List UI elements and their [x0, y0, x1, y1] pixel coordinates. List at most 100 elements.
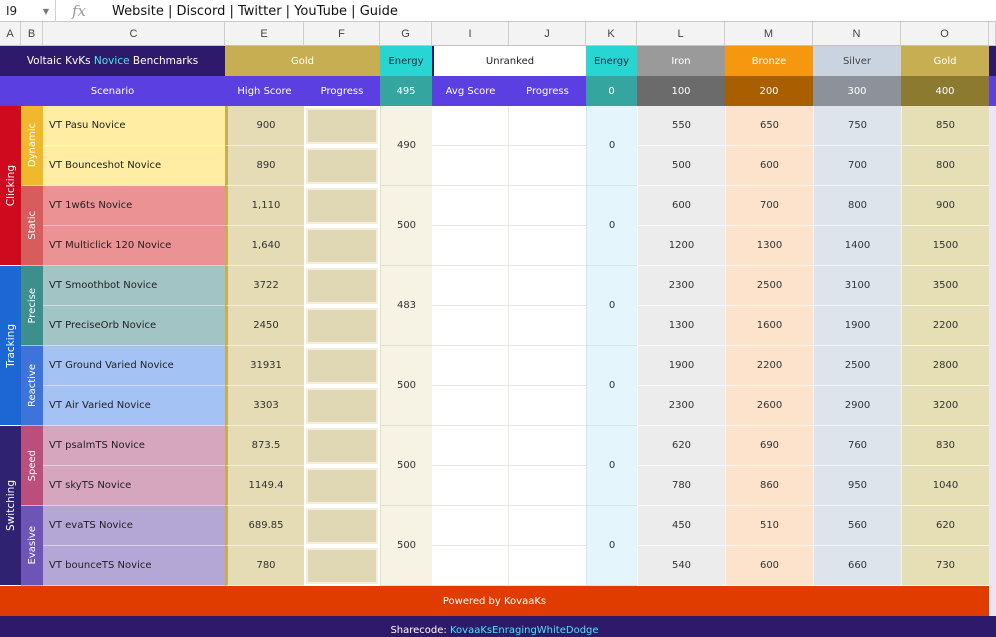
- high-score-value[interactable]: 3303: [225, 386, 304, 426]
- high-score-value[interactable]: 873.5: [225, 426, 304, 466]
- avg-score-cell[interactable]: [432, 346, 509, 386]
- subcategory-reactive: Reactive: [21, 346, 43, 426]
- avg-score-cell[interactable]: [432, 146, 509, 186]
- scenario-name[interactable]: VT Ground Varied Novice: [43, 346, 225, 386]
- sharecode-value[interactable]: KovaaKsEnragingWhiteDodge: [450, 625, 599, 636]
- scenario-name[interactable]: VT Pasu Novice: [43, 106, 225, 146]
- avg-score-cell[interactable]: [432, 106, 509, 146]
- energy-value: 500: [380, 426, 432, 506]
- column-header-o[interactable]: O: [901, 22, 989, 46]
- unranked-progress-cell[interactable]: [509, 146, 586, 186]
- subcategory-static: Static: [21, 186, 43, 266]
- requirement-bronze: 860: [725, 466, 813, 506]
- avg-score-cell[interactable]: [432, 386, 509, 426]
- high-score-value[interactable]: 900: [225, 106, 304, 146]
- unranked-progress-cell[interactable]: [509, 386, 586, 426]
- column-header-i[interactable]: I: [432, 22, 509, 46]
- requirement-gold: 2800: [901, 346, 989, 386]
- name-box[interactable]: I9 ▼: [0, 0, 56, 22]
- unranked-progress-cell[interactable]: [509, 306, 586, 346]
- unranked-progress-cell[interactable]: [509, 546, 586, 586]
- edge-cell: [989, 386, 996, 426]
- column-header-p[interactable]: [989, 22, 996, 46]
- requirement-gold: 1500: [901, 226, 989, 266]
- unranked-progress-cell[interactable]: [509, 466, 586, 506]
- requirement-bronze: 2500: [725, 266, 813, 306]
- column-header-e[interactable]: E: [225, 22, 304, 46]
- requirement-bronze: 2200: [725, 346, 813, 386]
- scenario-name[interactable]: VT Multiclick 120 Novice: [43, 226, 225, 266]
- header-rank-silver: Silver: [813, 46, 901, 76]
- requirement-iron: 550: [637, 106, 725, 146]
- requirement-bronze: 2600: [725, 386, 813, 426]
- high-score-value[interactable]: 1149.4: [225, 466, 304, 506]
- scenario-name[interactable]: VT PreciseOrb Novice: [43, 306, 225, 346]
- fx-icon: fx: [71, 2, 86, 20]
- progress-bar: [306, 428, 378, 464]
- scenario-name[interactable]: VT skyTS Novice: [43, 466, 225, 506]
- avg-score-cell[interactable]: [432, 266, 509, 306]
- subcategory-label: Static: [26, 211, 38, 240]
- requirement-silver: 1400: [813, 226, 901, 266]
- avg-score-cell[interactable]: [432, 186, 509, 226]
- avg-score-cell[interactable]: [432, 426, 509, 466]
- column-header-j[interactable]: J: [509, 22, 586, 46]
- high-score-value[interactable]: 31931: [225, 346, 304, 386]
- progress-bar: [306, 308, 378, 344]
- column-header-g[interactable]: G: [380, 22, 432, 46]
- avg-score-cell[interactable]: [432, 546, 509, 586]
- scenario-name[interactable]: VT Air Varied Novice: [43, 386, 225, 426]
- sheet-title: Voltaic KvKs Novice Benchmarks: [0, 46, 225, 76]
- requirement-iron: 540: [637, 546, 725, 586]
- column-header-l[interactable]: L: [637, 22, 725, 46]
- unranked-progress-cell[interactable]: [509, 106, 586, 146]
- scenario-name[interactable]: VT Bounceshot Novice: [43, 146, 225, 186]
- header-energy: Energy: [380, 46, 432, 76]
- unranked-progress-cell[interactable]: [509, 226, 586, 266]
- column-header-k[interactable]: K: [586, 22, 637, 46]
- high-score-value[interactable]: 780: [225, 546, 304, 586]
- unranked-progress-cell[interactable]: [509, 186, 586, 226]
- high-score-value[interactable]: 689.85: [225, 506, 304, 546]
- high-score-value[interactable]: 1,640: [225, 226, 304, 266]
- high-score-value[interactable]: 2450: [225, 306, 304, 346]
- scenario-name[interactable]: VT evaTS Novice: [43, 506, 225, 546]
- high-score-value[interactable]: 1,110: [225, 186, 304, 226]
- scenario-name[interactable]: VT Smoothbot Novice: [43, 266, 225, 306]
- formula-input[interactable]: Website | Discord | Twitter | YouTube | …: [106, 0, 398, 22]
- edge-cell: [989, 546, 996, 586]
- requirement-gold: 850: [901, 106, 989, 146]
- energy-value: 500: [380, 506, 432, 586]
- chevron-down-icon[interactable]: ▼: [43, 7, 49, 16]
- unranked-progress-cell[interactable]: [509, 426, 586, 466]
- column-header-c[interactable]: C: [43, 22, 225, 46]
- scenario-name[interactable]: VT 1w6ts Novice: [43, 186, 225, 226]
- column-header-a[interactable]: A: [0, 22, 21, 46]
- requirement-iron: 780: [637, 466, 725, 506]
- avg-score-cell[interactable]: [432, 306, 509, 346]
- title-prefix: Voltaic KvKs: [26, 55, 94, 67]
- header-edge: [989, 46, 996, 76]
- high-score-value[interactable]: 3722: [225, 266, 304, 306]
- requirement-silver: 800: [813, 186, 901, 226]
- avg-score-cell[interactable]: [432, 506, 509, 546]
- unranked-progress-cell[interactable]: [509, 506, 586, 546]
- category-label: Tracking: [4, 323, 17, 368]
- requirement-iron: 620: [637, 426, 725, 466]
- high-score-value[interactable]: 890: [225, 146, 304, 186]
- scenario-name[interactable]: VT bounceTS Novice: [43, 546, 225, 586]
- column-header-n[interactable]: N: [813, 22, 901, 46]
- avg-score-cell[interactable]: [432, 466, 509, 506]
- column-header-m[interactable]: M: [725, 22, 813, 46]
- avg-score-cell[interactable]: [432, 226, 509, 266]
- unranked-progress-cell[interactable]: [509, 346, 586, 386]
- edge-cell: [989, 146, 996, 186]
- column-header-f[interactable]: F: [304, 22, 380, 46]
- header-unranked: Unranked: [432, 46, 586, 76]
- scenario-name[interactable]: VT psalmTS Novice: [43, 426, 225, 466]
- column-header-b[interactable]: B: [21, 22, 43, 46]
- unranked-progress-cell[interactable]: [509, 266, 586, 306]
- requirement-bronze: 1600: [725, 306, 813, 346]
- energy-value: 500: [380, 186, 432, 266]
- requirement-gold: 800: [901, 146, 989, 186]
